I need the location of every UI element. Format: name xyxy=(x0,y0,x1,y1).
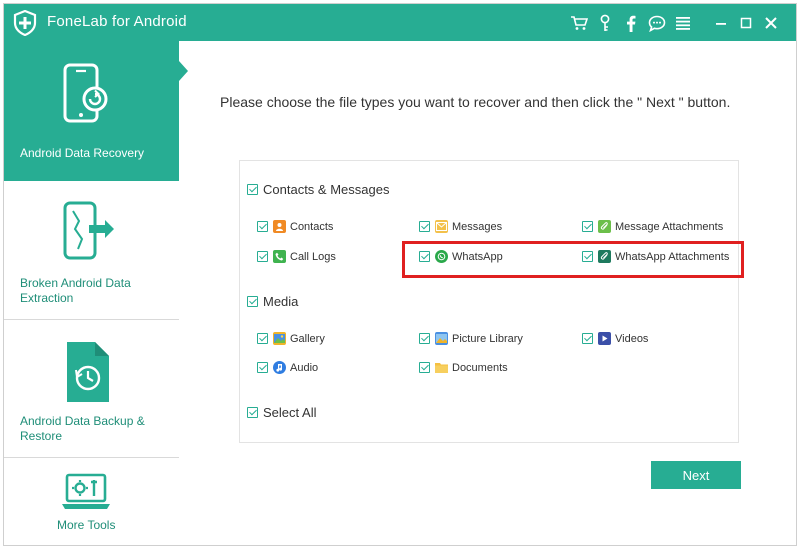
option-label: Videos xyxy=(615,332,649,345)
phone-recovery-icon xyxy=(63,63,108,123)
sidebar-item-android-data-backup-restore[interactable]: Android Data Backup & Restore xyxy=(4,320,179,458)
messages-checkbox[interactable] xyxy=(419,221,430,232)
toolbox-icon xyxy=(62,473,110,509)
media-checkbox[interactable] xyxy=(247,296,258,307)
option-label: Picture Library xyxy=(452,332,523,345)
sidebar-item-broken-android-data-extraction[interactable]: Broken Android Data Extraction xyxy=(4,181,179,320)
maximize-icon[interactable] xyxy=(735,12,757,34)
gallery-checkbox[interactable] xyxy=(257,333,268,344)
sidebar-item-label: Extraction xyxy=(20,291,74,305)
option-gallery[interactable]: Gallery xyxy=(257,332,325,345)
option-label: Messages xyxy=(452,220,503,233)
sidebar-item-label: Android Data Recovery xyxy=(20,146,145,160)
contacts-checkbox[interactable] xyxy=(257,221,268,232)
select-all[interactable]: Select All xyxy=(247,405,316,420)
key-icon[interactable] xyxy=(592,12,618,34)
sidebar-item-label: Android Data Backup & xyxy=(20,414,145,428)
option-videos[interactable]: Videos xyxy=(582,332,648,345)
option-label: Gallery xyxy=(290,332,325,345)
documents-checkbox[interactable] xyxy=(419,362,430,373)
option-call-logs[interactable]: Call Logs xyxy=(257,250,336,263)
select-all-label: Select All xyxy=(263,405,317,420)
chat-icon[interactable] xyxy=(644,12,670,34)
option-picture-library[interactable]: Picture Library xyxy=(419,332,523,345)
option-message-attachments[interactable]: Message Attachments xyxy=(582,220,723,233)
sidebar-item-android-data-recovery[interactable]: Android Data Recovery xyxy=(4,41,179,181)
highlight-box xyxy=(402,241,744,278)
contacts-messages-group[interactable]: Contacts & Messages xyxy=(247,182,389,197)
group-label: Media xyxy=(263,294,299,309)
audio-checkbox[interactable] xyxy=(257,362,268,373)
titlebar-icons xyxy=(566,12,696,34)
video-icon xyxy=(598,332,611,345)
videos-checkbox[interactable] xyxy=(582,333,593,344)
option-contacts[interactable]: Contacts xyxy=(257,220,333,233)
next-button[interactable]: Next xyxy=(651,461,741,489)
option-messages[interactable]: Messages xyxy=(419,220,502,233)
sidebar: Android Data Recovery Broken Android Dat… xyxy=(4,41,179,545)
option-audio[interactable]: Audio xyxy=(257,361,318,374)
contacts-messages-checkbox[interactable] xyxy=(247,184,258,195)
title-bar: FoneLab for Android xyxy=(4,4,796,41)
close-icon[interactable] xyxy=(760,12,782,34)
media-group[interactable]: Media xyxy=(247,294,298,309)
option-label: Documents xyxy=(452,361,508,374)
option-label: Message Attachments xyxy=(615,220,724,233)
phone-icon xyxy=(273,250,286,263)
broken-phone-icon xyxy=(63,201,114,260)
message-attachments-checkbox[interactable] xyxy=(582,221,593,232)
active-pointer xyxy=(179,61,188,81)
option-label: Contacts xyxy=(290,220,334,233)
backup-restore-icon xyxy=(67,342,109,402)
contacts-icon xyxy=(273,220,286,233)
messages-icon xyxy=(435,220,448,233)
app-title: FoneLab for Android xyxy=(47,13,187,30)
file-types-panel xyxy=(239,160,739,443)
group-label: Contacts & Messages xyxy=(263,182,390,197)
option-documents[interactable]: Documents xyxy=(419,361,508,374)
sidebar-item-more-tools[interactable]: More Tools xyxy=(4,458,179,545)
audio-icon xyxy=(273,361,286,374)
instruction-text: Please choose the file types you want to… xyxy=(220,94,731,110)
call-logs-checkbox[interactable] xyxy=(257,251,268,262)
sidebar-item-label: Broken Android Data xyxy=(20,276,131,290)
attachment-icon xyxy=(598,220,611,233)
cart-icon[interactable] xyxy=(566,12,592,34)
sidebar-item-label: More Tools xyxy=(57,518,116,532)
facebook-icon[interactable] xyxy=(618,12,644,34)
picture-library-checkbox[interactable] xyxy=(419,333,430,344)
option-label: Call Logs xyxy=(290,250,336,263)
sidebar-item-label: Restore xyxy=(20,429,63,443)
app-logo-icon xyxy=(13,10,37,36)
option-label: Audio xyxy=(290,361,319,374)
folder-icon xyxy=(435,361,448,374)
app-window: FoneLab for Android Android Data Recover… xyxy=(3,3,797,546)
gallery-icon xyxy=(273,332,286,345)
menu-icon[interactable] xyxy=(670,12,696,34)
minimize-icon[interactable] xyxy=(710,12,732,34)
select-all-checkbox[interactable] xyxy=(247,407,258,418)
picture-icon xyxy=(435,332,448,345)
